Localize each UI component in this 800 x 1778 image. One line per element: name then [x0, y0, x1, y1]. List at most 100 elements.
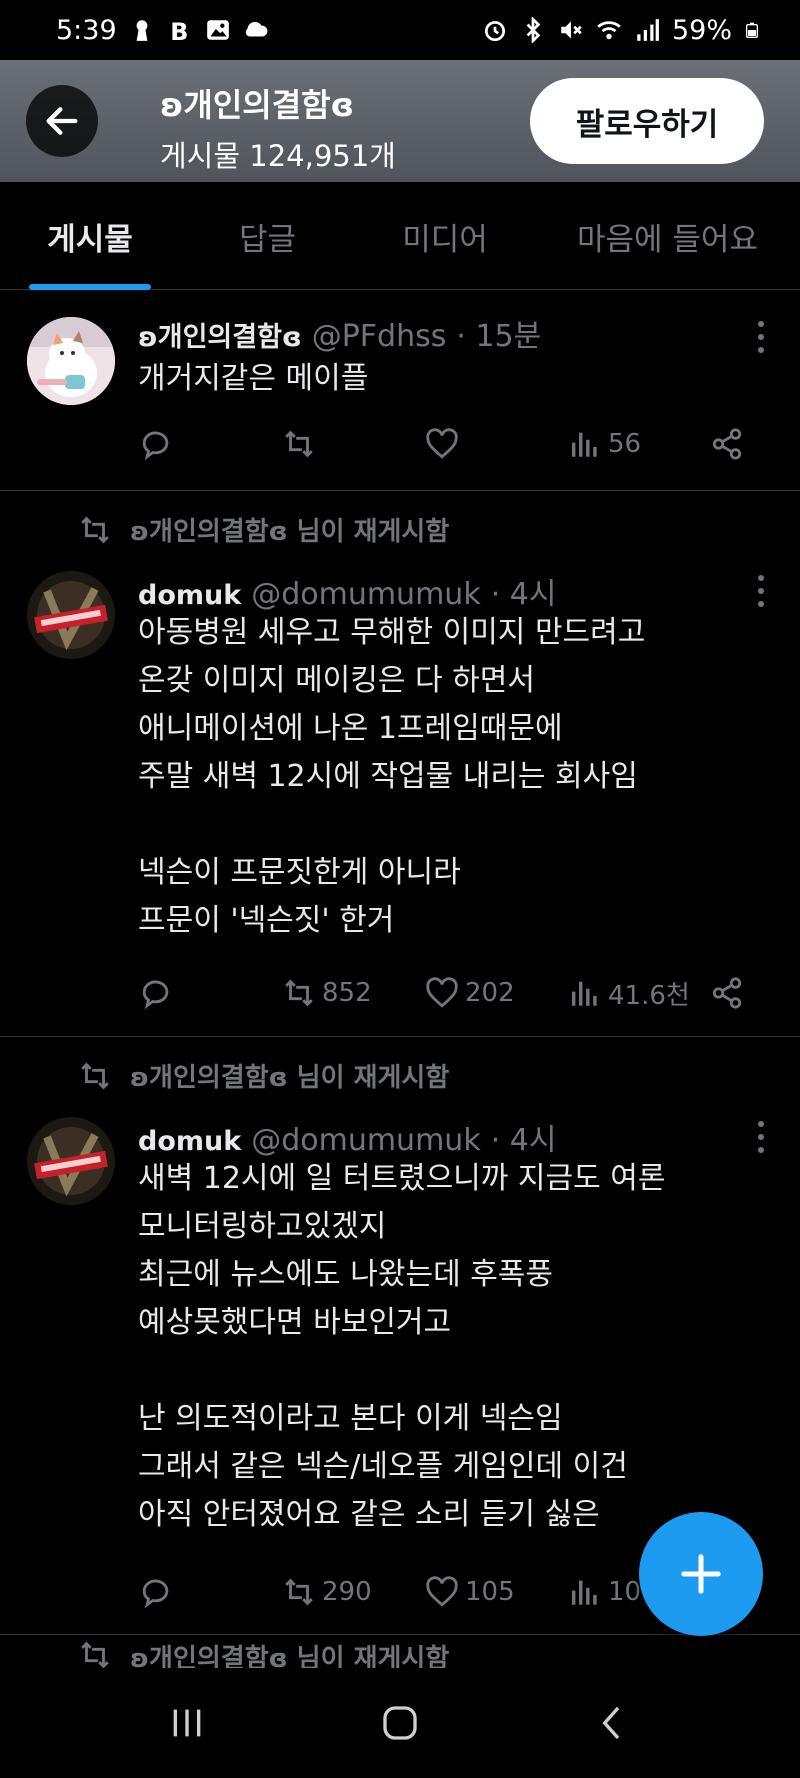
reply-icon [142, 980, 169, 1010]
author-handle: @domumumuk [251, 577, 481, 612]
cloud-icon [245, 21, 268, 37]
author-name[interactable]: ʚ개인의결함ɞ [138, 315, 302, 354]
retweet-icon [285, 979, 313, 1007]
profile-header: ʚ개인의결함ɞ 게시물 124,951개 팔로우하기 [0, 60, 800, 182]
author-name[interactable]: domuk [138, 580, 241, 611]
heart-icon [426, 1576, 458, 1607]
recent-apps-icon[interactable] [167, 1703, 207, 1743]
retweeted-by: ʚ개인의결함ɞ 님이 재게시함 [78, 1638, 449, 1668]
retweet-icon [285, 1578, 313, 1606]
tweet-text-content: 새벽 12시에 일 터트렸으니까 지금도 여론 모니터링하고있겠지 최근에 뉴스… [138, 1161, 666, 1532]
battery-percent: 59% [671, 14, 732, 46]
next-tweet-peek: ʚ개인의결함ɞ 님이 재게시함 [0, 1636, 800, 1668]
retweet-icon [81, 1062, 109, 1089]
retweet-button[interactable]: 852 [282, 973, 372, 1013]
like-button[interactable]: 105 [425, 1572, 515, 1612]
back-button[interactable] [26, 85, 98, 157]
battery-icon [746, 22, 758, 38]
reply-icon [142, 431, 169, 461]
retweet-count: 852 [322, 978, 372, 1008]
back-nav-icon[interactable] [593, 1703, 633, 1743]
avatar[interactable] [27, 317, 115, 405]
tweet-time: · 4시 [490, 1123, 557, 1158]
tweet-item[interactable]: ʚ개인의결함ɞ @PFdhss · 15분 개거지같은 메이플 56 [0, 291, 800, 491]
like-button[interactable]: 202 [425, 973, 515, 1013]
views-button[interactable]: 56 [568, 424, 641, 464]
system-nav-bar [0, 1668, 800, 1778]
views-button[interactable]: 41.6천 [568, 973, 690, 1013]
tweet-time: · 4시 [490, 577, 557, 612]
author-handle: @domumumuk [251, 1123, 481, 1158]
share-button[interactable] [710, 424, 744, 464]
reply-button[interactable] [140, 1572, 174, 1612]
tab-label: 답글 [238, 221, 297, 258]
tweet-header: ʚ개인의결함ɞ @PFdhss · 15분 [138, 311, 541, 355]
heart-icon [426, 977, 458, 1008]
retweet-icon [285, 430, 313, 458]
like-button[interactable] [425, 424, 459, 464]
more-options-button[interactable] [756, 321, 766, 353]
retweeted-by-label[interactable]: ʚ개인의결함ɞ 님이 재게시함 [130, 511, 449, 548]
reply-icon [142, 1579, 169, 1609]
stamp-avatar-icon [27, 571, 115, 659]
tab-media[interactable]: 미디어 [355, 182, 535, 290]
avatar[interactable] [27, 571, 115, 659]
views-button[interactable]: 10 [568, 1572, 641, 1612]
views-chart-icon [571, 432, 597, 457]
views-chart-icon [571, 981, 597, 1006]
heart-icon [426, 428, 458, 459]
views-count: 56 [608, 429, 642, 459]
author-handle: @PFdhss [311, 319, 447, 354]
like-count: 202 [465, 978, 515, 1008]
plus-icon [681, 1554, 721, 1594]
compose-button[interactable] [639, 1512, 763, 1636]
more-options-button[interactable] [756, 1121, 766, 1153]
b-icon: B [170, 18, 188, 43]
retweeted-by: ʚ개인의결함ɞ 님이 재게시함 [78, 1057, 449, 1094]
signal-icon [637, 19, 659, 41]
profile-name: ʚ개인의결함ɞ [160, 86, 355, 124]
tweet-time: · 15분 [456, 319, 542, 354]
alarm-icon [484, 21, 506, 42]
share-button[interactable] [710, 973, 744, 1013]
tweet-item[interactable]: ʚ개인의결함ɞ 님이 재게시함 domuk @domumumuk · 4시 아동… [0, 491, 800, 1037]
retweet-icon [81, 1641, 109, 1668]
author-name[interactable]: domuk [138, 1126, 241, 1157]
svg-text:B: B [170, 18, 188, 43]
tab-replies[interactable]: 답글 [180, 182, 355, 290]
tweet-text: 새벽 12시에 일 터트렸으니까 지금도 여론 모니터링하고있겠지 최근에 뉴스… [138, 1155, 778, 1539]
retweet-icon [81, 516, 109, 543]
stamp-avatar-icon [27, 1117, 115, 1205]
tweet-header: domuk @domumumuk · 4시 [138, 1115, 556, 1159]
tab-label: 미디어 [402, 221, 488, 258]
cat-avatar-icon [27, 317, 115, 405]
retweet-button[interactable]: 290 [282, 1572, 372, 1612]
tab-likes[interactable]: 마음에 들어요 [535, 182, 800, 290]
more-options-button[interactable] [756, 575, 766, 607]
share-icon [712, 428, 742, 460]
bluetooth-icon [526, 17, 541, 43]
avatar[interactable] [27, 1117, 115, 1205]
home-icon[interactable] [380, 1703, 420, 1743]
tab-label: 게시물 [47, 221, 133, 258]
retweeted-by: ʚ개인의결함ɞ 님이 재게시함 [78, 511, 449, 548]
views-chart-icon [571, 1580, 597, 1605]
status-time: 5:39 [56, 14, 117, 46]
like-count: 105 [465, 1577, 515, 1607]
arrow-left-icon [46, 107, 78, 135]
follow-button[interactable]: 팔로우하기 [530, 78, 764, 164]
tweet-actions: 56 [140, 424, 750, 464]
share-icon [712, 977, 742, 1009]
reply-button[interactable] [140, 973, 174, 1013]
tweet-text-content: 개거지같은 메이플 [138, 361, 369, 396]
retweeted-by-label[interactable]: ʚ개인의결함ɞ 님이 재게시함 [130, 1057, 449, 1094]
retweet-button[interactable] [282, 424, 316, 464]
retweeted-by-label: ʚ개인의결함ɞ 님이 재게시함 [130, 1644, 450, 1668]
status-bar: 5:39 B 59% [0, 0, 800, 60]
post-count: 게시물 124,951개 [160, 139, 396, 173]
tweet-actions: 852 202 41.6천 [140, 973, 750, 1013]
reply-button[interactable] [140, 424, 174, 464]
views-count: 41.6천 [608, 980, 690, 1011]
tab-posts[interactable]: 게시물 [0, 182, 180, 290]
views-count: 10 [608, 1577, 642, 1607]
